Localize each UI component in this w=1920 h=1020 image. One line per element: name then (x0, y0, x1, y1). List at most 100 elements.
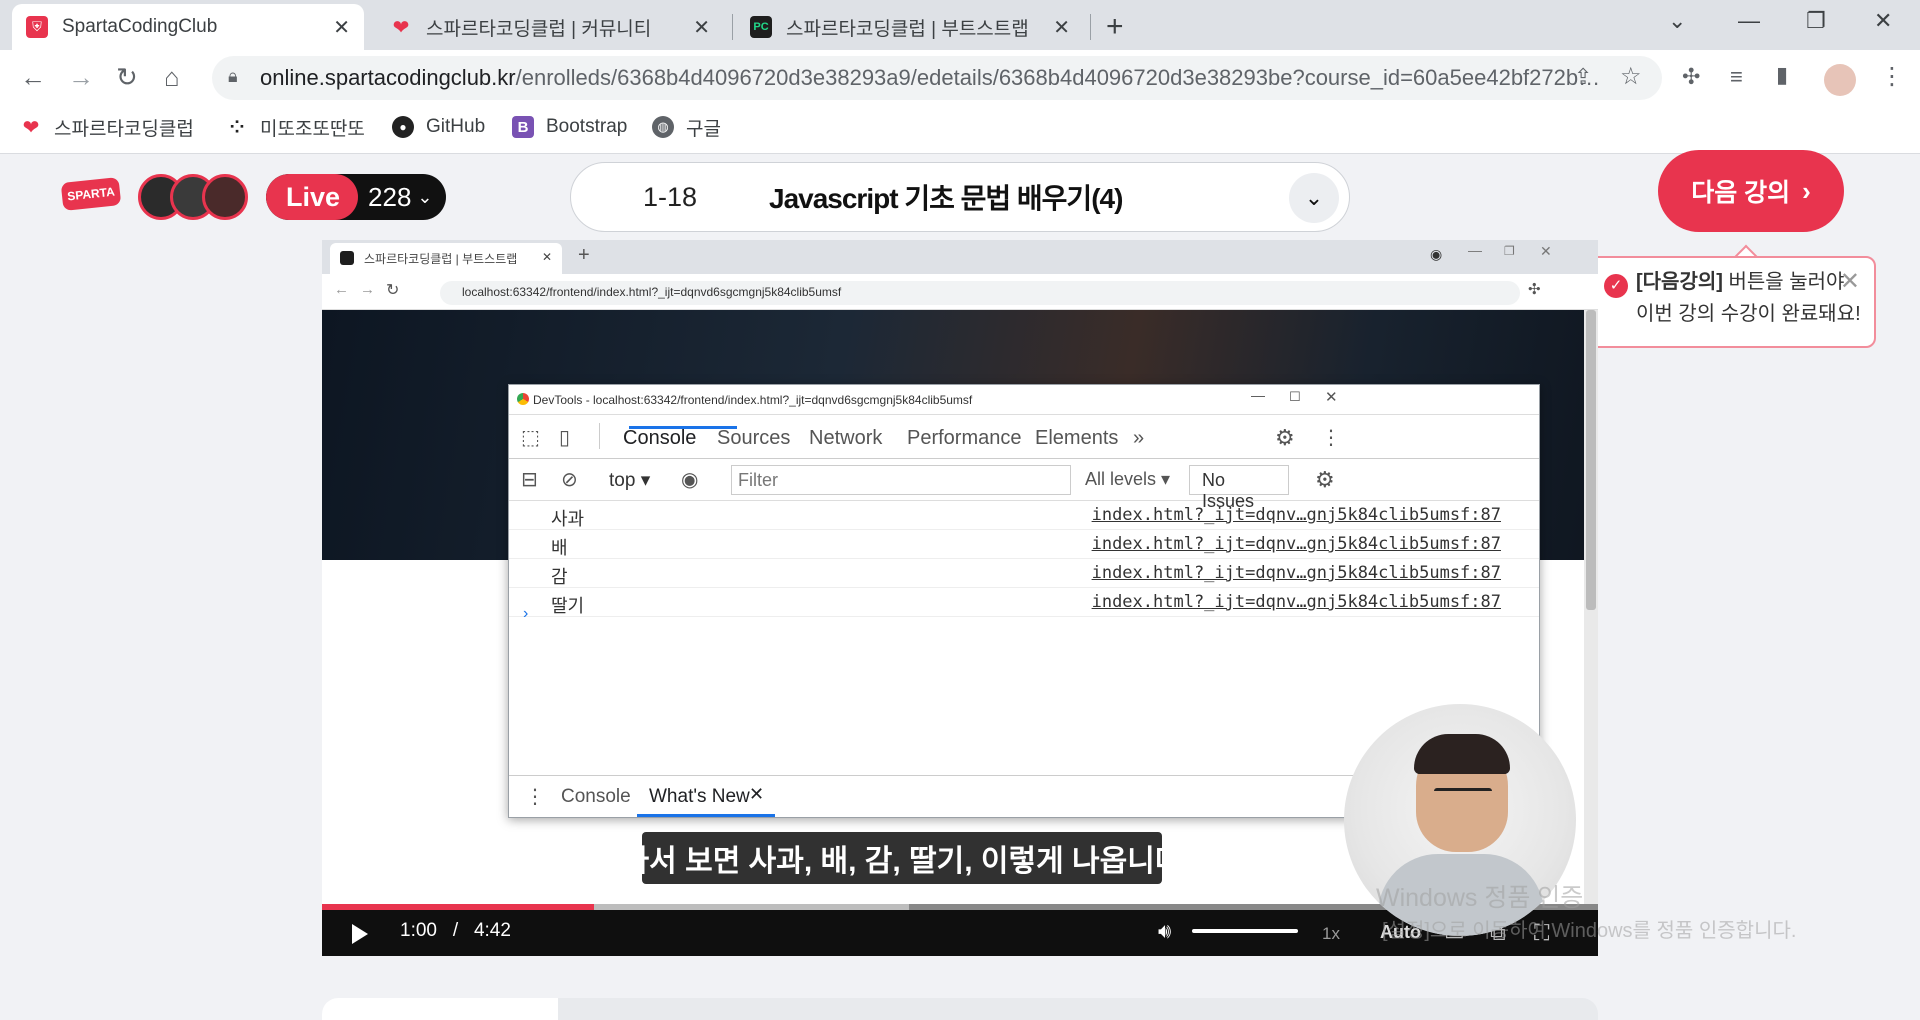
chevron-down-icon: ⌄ (417, 186, 433, 207)
chevron-down-icon[interactable]: ⌄ (1289, 173, 1339, 223)
minimize-icon: — (1468, 242, 1482, 258)
lecture-selector[interactable]: 1-18 Javascript 기초 문법 배우기(4) ⌄ (570, 162, 1350, 232)
inspect-element-icon: ⬚ (521, 427, 540, 449)
browser-tab-3[interactable]: PC 스파르타코딩클럽 | 부트스트랩 ✕ (736, 4, 1084, 50)
drawer-tab-underline (637, 814, 775, 817)
live-viewers-button[interactable]: Live 228 ⌄ (266, 174, 446, 220)
devtools-tab-network: Network (809, 427, 883, 449)
video-inner-addressbar: ← → ↻ localhost:63342/frontend/index.htm… (322, 274, 1598, 310)
close-icon: ✕ (1540, 243, 1552, 259)
menu-kebab-icon[interactable]: ⋮ (1880, 62, 1904, 91)
browser-tab-1[interactable]: ⛨ SpartaCodingClub ✕ (12, 4, 364, 50)
sparta-logo[interactable]: SPARTA (60, 177, 122, 211)
github-icon: ● (392, 116, 414, 138)
volume-slider[interactable] (1192, 929, 1298, 933)
close-tab-icon[interactable]: ✕ (693, 15, 710, 40)
log-source: index.html?_ijt=dqnv…gnj5k84clib5umsf:87 (1091, 534, 1501, 554)
chrome-icon (517, 393, 529, 405)
clear-console-icon: ⊘ (561, 469, 578, 491)
close-tab-icon[interactable]: ✕ (1053, 15, 1070, 40)
more-kebab-icon: ⋮ (1321, 427, 1341, 449)
bookmark-star-icon[interactable]: ☆ (1620, 62, 1642, 91)
browser-tab-2[interactable]: ❤ 스파르타코딩클럽 | 커뮤니티 ✕ (376, 4, 724, 50)
bookmark-label: 스파르타코딩클럽 (54, 118, 194, 140)
share-icon[interactable]: ⇪ (1574, 64, 1592, 90)
tab-separator (732, 14, 733, 40)
close-drawer-icon: ✕ (749, 784, 765, 804)
devtools-tab-performance: Performance (907, 427, 1022, 449)
close-window-icon[interactable]: ✕ (1874, 8, 1892, 34)
tab-title: SpartaCodingClub (62, 16, 218, 37)
extensions-icon[interactable]: ✣ (1682, 64, 1700, 90)
live-count: 228 (368, 181, 412, 212)
side-panel-icon[interactable]: ▮ (1776, 62, 1788, 88)
sparta-favicon-icon: ⛨ (26, 16, 48, 38)
drawer-tab-whats-new: What's New (649, 786, 750, 807)
video-inner-tab: 스파르타코딩클럽 | 부트스트랩 ✕ (330, 243, 562, 274)
bookmark-bootstrap[interactable]: B Bootstrap (512, 112, 627, 142)
lecture-content-tab[interactable] (322, 998, 558, 1020)
minimize-icon: — (1251, 387, 1265, 403)
console-log-line: 사과 index.html?_ijt=dqnv…gnj5k84clib5umsf… (509, 501, 1539, 530)
tab-search-icon[interactable]: ⌄ (1668, 8, 1686, 34)
console-log-line: 배 index.html?_ijt=dqnv…gnj5k84clib5umsf:… (509, 530, 1539, 559)
tab-title: 스파르타코딩클럽 | 부트스트랩 (786, 18, 1029, 40)
console-toolbar: ⊟ ⊘ top ▾ ◉ Filter All levels ▾ No Issue… (509, 459, 1539, 511)
levels-label: All levels (1085, 469, 1157, 489)
playback-speed[interactable]: 1x (1322, 924, 1340, 944)
settings-gear-icon: ⚙ (1275, 425, 1295, 450)
devtools-tab-elements: Elements (1035, 427, 1119, 449)
restore-icon: ❐ (1504, 244, 1515, 258)
forward-icon: → (360, 281, 375, 298)
address-bar[interactable]: 🔒︎ online.spartacodingclub.kr/enrolleds/… (212, 56, 1662, 100)
devtools-tabbar: ⬚ ▯ Console Sources Network Performance … (509, 415, 1539, 459)
live-badge: Live (266, 174, 359, 220)
sidebar-toggle-icon: ⊟ (521, 469, 538, 491)
reload-icon[interactable]: ↻ (116, 62, 138, 93)
url-path: /enrolleds/6368b4d4096720d3e38293a9/edet… (515, 65, 1601, 90)
back-icon[interactable]: ← (20, 62, 46, 93)
current-time: 1:00 (400, 920, 437, 941)
play-icon[interactable] (352, 924, 368, 944)
globe-icon: ◍ (652, 116, 674, 138)
tab-separator (1090, 14, 1091, 40)
tab-title: 스파르타코딩클럽 | 커뮤니티 (426, 18, 652, 40)
duration: 4:42 (473, 920, 511, 941)
record-icon: ◉ (1430, 246, 1443, 262)
heart-favicon-icon: ❤ (392, 16, 410, 39)
home-icon[interactable]: ⌂ (164, 62, 180, 93)
close-tab-icon: ✕ (541, 250, 552, 264)
reload-icon: ↻ (386, 282, 400, 299)
chevron-right-icon: › (1802, 175, 1811, 206)
bookmark-google[interactable]: ◍ 구글 (652, 112, 721, 142)
eye-icon: ◉ (681, 469, 699, 491)
bootstrap-icon: B (512, 116, 534, 138)
console-log-line: 딸기 index.html?_ijt=dqnv…gnj5k84clib5umsf… (509, 588, 1539, 617)
volume-icon[interactable]: 🔊︎ (1158, 920, 1171, 944)
url-host: online.spartacodingclub.kr (260, 65, 516, 90)
log-source: index.html?_ijt=dqnv…gnj5k84clib5umsf:87 (1091, 505, 1501, 525)
context-selector: top ▾ (609, 470, 651, 491)
minimize-icon[interactable]: — (1738, 8, 1760, 34)
divider (599, 423, 600, 449)
close-tab-icon[interactable]: ✕ (333, 15, 350, 40)
drawer-tab-console: Console (561, 786, 631, 807)
lock-icon: 🔒︎ (228, 66, 238, 86)
windows-activation-text: [설정]으로 이동하여 Windows를 정품 인증합니다. (1382, 920, 1797, 942)
devtools-title: DevTools - localhost:63342/frontend/inde… (509, 385, 1539, 415)
drawer-menu-icon: ⋮ (525, 786, 545, 808)
profile-avatar[interactable] (1824, 64, 1856, 96)
next-lecture-button[interactable]: 다음 강의 › (1658, 150, 1844, 232)
media-control-icon[interactable]: ≡ (1730, 64, 1743, 90)
restore-icon[interactable]: ❐ (1806, 8, 1826, 34)
bookmark-github[interactable]: ● GitHub (392, 112, 485, 142)
forward-icon[interactable]: → (68, 62, 94, 93)
new-tab-icon[interactable]: + (1106, 10, 1124, 44)
dots-icon: ⁘ (229, 116, 245, 137)
context-label: top (609, 470, 636, 491)
close-tooltip-icon[interactable]: ✕ (1840, 266, 1860, 298)
bookmark-mitto[interactable]: ⁘ 미또조또딴또 (226, 112, 364, 142)
console-log-line: 감 index.html?_ijt=dqnv…gnj5k84clib5umsf:… (509, 559, 1539, 588)
log-source: index.html?_ijt=dqnv…gnj5k84clib5umsf:87 (1091, 592, 1501, 612)
bookmark-sparta[interactable]: ❤ 스파르타코딩클럽 (20, 112, 194, 142)
